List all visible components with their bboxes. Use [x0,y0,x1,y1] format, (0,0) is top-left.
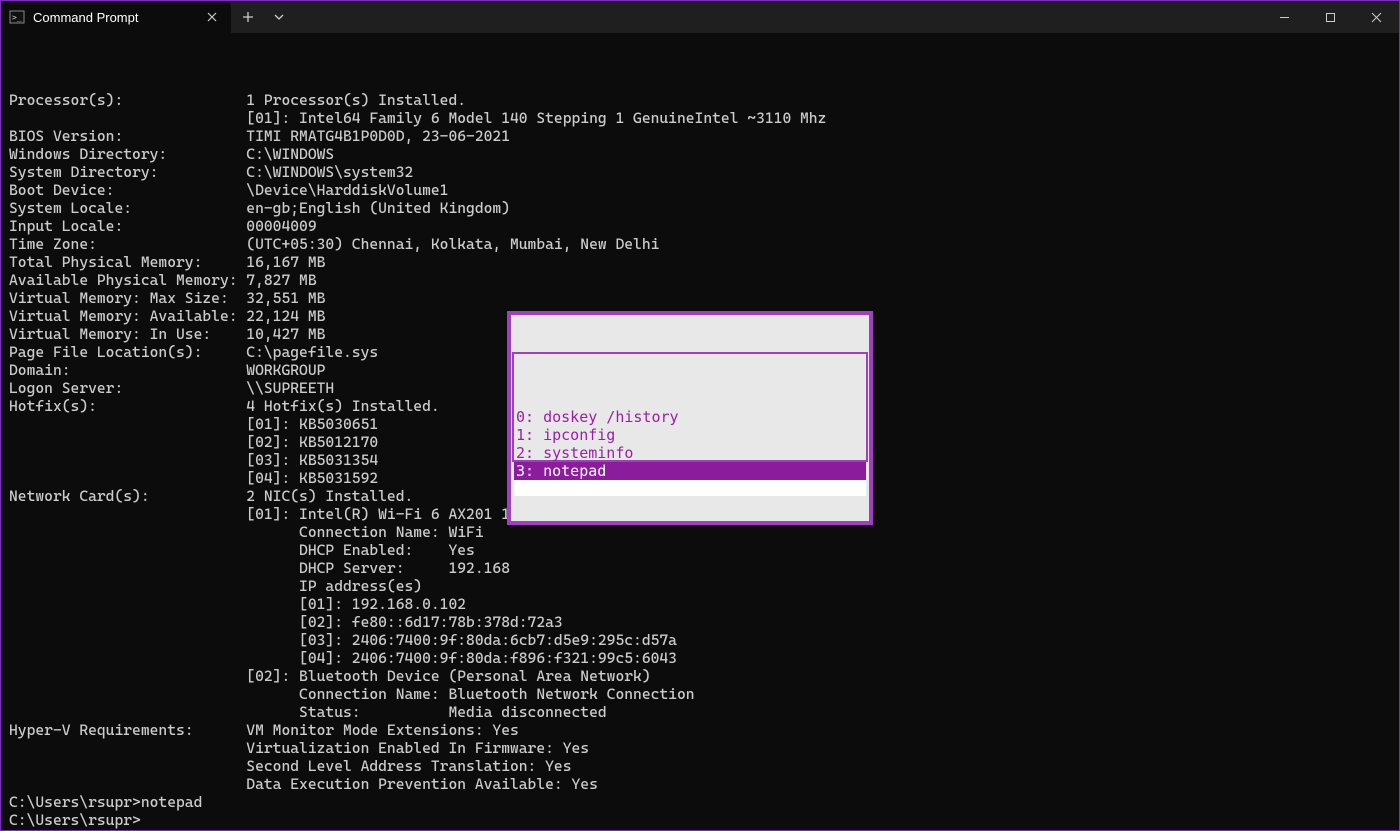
terminal-line: [03]: 2406:7400:9f:80da:6cb7:d5e9:295c:d… [9,631,1391,649]
titlebar: >_ Command Prompt [1,1,1399,33]
terminal-line: [04]: 2406:7400:9f:80da:f896:f321:99c5:6… [9,649,1391,667]
terminal-line: Status: Media disconnected [9,703,1391,721]
terminal-line: DHCP Enabled: Yes [9,541,1391,559]
terminal-line: Available Physical Memory: 7,827 MB [9,271,1391,289]
history-item[interactable]: 3: notepad [514,462,866,480]
cmd-icon: >_ [9,9,25,25]
svg-text:>_: >_ [12,13,22,22]
terminal-line: [02]: fe80::6d17:78b:378d:72a3 [9,613,1391,631]
tab-title: Command Prompt [33,10,195,25]
history-item[interactable]: 0: doskey /history [514,408,866,426]
tab-close-button[interactable] [203,8,221,26]
titlebar-drag-region[interactable] [293,1,1261,33]
terminal-line: BIOS Version: TIMI RMATG4B1P0D0D, 23-06-… [9,127,1391,145]
terminal-line: Total Physical Memory: 16,167 MB [9,253,1391,271]
terminal-line: DHCP Server: 192.168 [9,559,1391,577]
terminal-line: Boot Device: \Device\HarddiskVolume1 [9,181,1391,199]
terminal-line: [01]: 192.168.0.102 [9,595,1391,613]
terminal-line: Virtualization Enabled In Firmware: Yes [9,739,1391,757]
terminal-line: Processor(s): 1 Processor(s) Installed. [9,91,1391,109]
terminal-line: Connection Name: WiFi [9,523,1391,541]
terminal-line: Hyper-V Requirements: VM Monitor Mode Ex… [9,721,1391,739]
terminal-output[interactable]: Processor(s): 1 Processor(s) Installed. … [1,33,1399,830]
terminal-line: Time Zone: (UTC+05:30) Chennai, Kolkata,… [9,235,1391,253]
terminal-line: [01]: Intel64 Family 6 Model 140 Steppin… [9,109,1391,127]
tab-dropdown-button[interactable] [265,1,293,33]
new-tab-button[interactable] [231,1,265,33]
terminal-line: Connection Name: Bluetooth Network Conne… [9,685,1391,703]
close-button[interactable] [1353,1,1399,33]
terminal-line: Second Level Address Translation: Yes [9,757,1391,775]
terminal-line: System Directory: C:\WINDOWS\system32 [9,163,1391,181]
terminal-line: [02]: Bluetooth Device (Personal Area Ne… [9,667,1391,685]
history-input-row[interactable] [514,480,866,496]
maximize-button[interactable] [1307,1,1353,33]
terminal-line: C:\Users\rsupr>notepad [9,793,1391,811]
terminal-line: Data Execution Prevention Available: Yes [9,775,1391,793]
minimize-button[interactable] [1261,1,1307,33]
terminal-window: >_ Command Prompt Proce [0,0,1400,831]
terminal-line: C:\Users\rsupr> [9,811,1391,829]
history-item[interactable]: 2: systeminfo [514,444,866,462]
terminal-line: Virtual Memory: Max Size: 32,551 MB [9,289,1391,307]
terminal-line: Windows Directory: C:\WINDOWS [9,145,1391,163]
history-item[interactable]: 1: ipconfig [514,426,866,444]
terminal-line: System Locale: en-gb;English (United Kin… [9,199,1391,217]
terminal-line: IP address(es) [9,577,1391,595]
history-list[interactable]: 0: doskey /history1: ipconfig2: systemin… [512,352,868,462]
terminal-line: Input Locale: 00004009 [9,217,1391,235]
tab-command-prompt[interactable]: >_ Command Prompt [1,1,231,33]
command-history-popup: 0: doskey /history1: ipconfig2: systemin… [507,311,873,525]
